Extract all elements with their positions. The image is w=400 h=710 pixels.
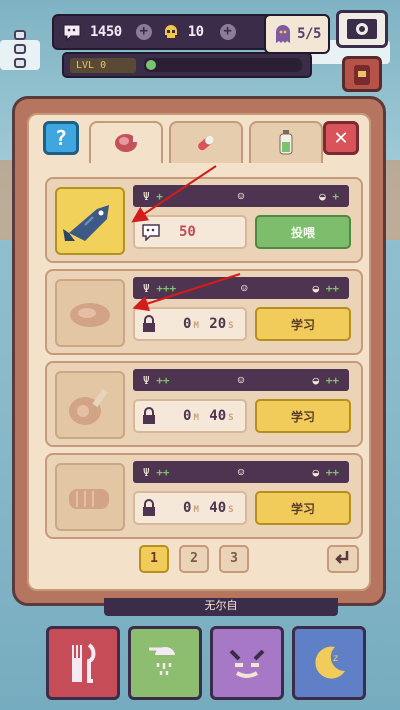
ghost-icon	[276, 25, 291, 43]
speech-bubble-icon	[142, 224, 160, 241]
nav-bath-button[interactable]	[128, 626, 202, 700]
skull-count: 10	[187, 24, 204, 40]
skull-icon	[164, 25, 177, 38]
timer-value: 0M 40 S	[183, 408, 234, 424]
speech-bubble-icon	[63, 24, 81, 41]
shower-icon	[149, 647, 175, 675]
ham-thumbnail[interactable]	[55, 371, 125, 439]
pager: 1 2 3	[139, 545, 249, 573]
level-label: LVL 0	[70, 57, 136, 73]
food-stats: Ψ + ☺ ◒ +	[133, 185, 349, 207]
return-arrow-icon	[335, 551, 349, 564]
tab-potion[interactable]	[249, 121, 323, 163]
mood-stat: ☺	[237, 189, 245, 203]
timer-value: 0M 20 S	[183, 316, 234, 332]
page-1-button[interactable]: 1	[139, 545, 169, 573]
tab-food[interactable]	[89, 121, 163, 163]
food-panel-inner: ? ✕ Ψ + ☺ ◒ + 50 投喂 Ψ +++ ☺ ◒ ++ 0 M 20 …	[27, 113, 371, 591]
steak-icon	[70, 303, 110, 327]
food-stats: Ψ +++ ☺ ◒ ++	[133, 277, 349, 299]
unlock-timer: 0M 40 S	[133, 491, 247, 525]
tab-medicine[interactable]	[169, 121, 243, 163]
health-count: 5/5	[297, 26, 321, 42]
xp-track	[144, 58, 302, 72]
backpack-button[interactable]	[342, 56, 382, 92]
camera-button[interactable]	[336, 10, 388, 48]
food-row-steak: Ψ +++ ☺ ◒ ++ 0M 20 S 学习	[45, 269, 363, 355]
fork-knife-icon	[72, 643, 96, 683]
food-stats: Ψ ++ ☺ ◒ ++	[133, 461, 349, 483]
weight-stat: ◒ ++	[312, 373, 340, 387]
mood-stat: ☺	[237, 465, 245, 479]
xp-fill	[146, 60, 156, 70]
tab-row: ? ✕	[29, 115, 369, 163]
fish-icon	[63, 205, 109, 241]
menu-button[interactable]	[14, 30, 28, 72]
currency-bar: 1450 + 10 + 5/5	[52, 14, 330, 54]
camera-icon	[347, 19, 377, 39]
add-skulls-button[interactable]: +	[219, 24, 236, 40]
food-list: Ψ + ☺ ◒ + 50 投喂 Ψ +++ ☺ ◒ ++ 0 M 20 S 学习…	[45, 177, 363, 545]
pill-icon	[198, 135, 214, 151]
food-stats: Ψ ++ ☺ ◒ ++	[133, 369, 349, 391]
lock-icon	[143, 499, 155, 516]
nav-play-button[interactable]	[210, 626, 284, 700]
help-button[interactable]: ?	[43, 121, 79, 155]
page-3-button[interactable]: 3	[219, 545, 249, 573]
nav-sleep-button[interactable]: z	[292, 626, 366, 700]
svg-text:z: z	[333, 653, 338, 664]
weight-stat: ◒ +	[319, 189, 339, 203]
roast-icon	[69, 489, 109, 509]
feed-button[interactable]: 投喂	[255, 215, 351, 249]
health-display: 5/5	[264, 14, 330, 54]
hunger-stat: Ψ ++	[143, 465, 170, 479]
learn-button[interactable]: 学习	[255, 307, 351, 341]
food-row-ham: Ψ ++ ☺ ◒ ++ 0M 40 S 学习	[45, 361, 363, 447]
food-row-roast: Ψ ++ ☺ ◒ ++ 0M 40 S 学习	[45, 453, 363, 539]
cost-value: 50	[179, 224, 196, 240]
learn-button[interactable]: 学习	[255, 491, 351, 525]
weight-stat: ◒ ++	[312, 465, 340, 479]
food-row-fish: Ψ + ☺ ◒ + 50 投喂	[45, 177, 363, 263]
nav-food-button[interactable]	[46, 626, 120, 700]
weight-stat: ◒ ++	[312, 281, 340, 295]
devil-face-icon	[229, 649, 265, 678]
timer-value: 0M 40 S	[183, 500, 234, 516]
steak-thumbnail[interactable]	[55, 279, 125, 347]
moon-icon: z	[315, 646, 345, 679]
food-panel: ? ✕ Ψ + ☺ ◒ + 50 投喂 Ψ +++ ☺ ◒ ++ 0 M 20 …	[12, 96, 386, 606]
roast-thumbnail[interactable]	[55, 463, 125, 531]
unlock-timer: 0M 40 S	[133, 399, 247, 433]
mood-stat: ☺	[237, 373, 245, 387]
coin-count: 1450	[90, 24, 122, 40]
hunger-stat: Ψ +	[143, 189, 163, 203]
close-button[interactable]: ✕	[323, 121, 359, 155]
lock-icon	[143, 407, 155, 424]
page-2-button[interactable]: 2	[179, 545, 209, 573]
lock-icon	[143, 315, 155, 332]
bottle-icon	[279, 130, 293, 155]
hunger-stat: Ψ +++	[143, 281, 177, 295]
add-coins-button[interactable]: +	[135, 24, 152, 40]
hunger-stat: Ψ ++	[143, 373, 170, 387]
ham-icon	[69, 388, 108, 425]
meat-icon	[115, 132, 137, 152]
backpack-icon	[354, 65, 370, 85]
unlock-timer: 0M 20 S	[133, 307, 247, 341]
mood-stat: ☺	[241, 281, 248, 295]
level-bar: LVL 0	[62, 52, 312, 78]
bottom-nav: z	[46, 626, 366, 700]
food-cost: 50	[133, 215, 247, 249]
fish-thumbnail[interactable]	[55, 187, 125, 255]
back-button[interactable]	[327, 545, 359, 573]
learn-button[interactable]: 学习	[255, 399, 351, 433]
pet-name-strip: 无尔自	[104, 598, 338, 616]
